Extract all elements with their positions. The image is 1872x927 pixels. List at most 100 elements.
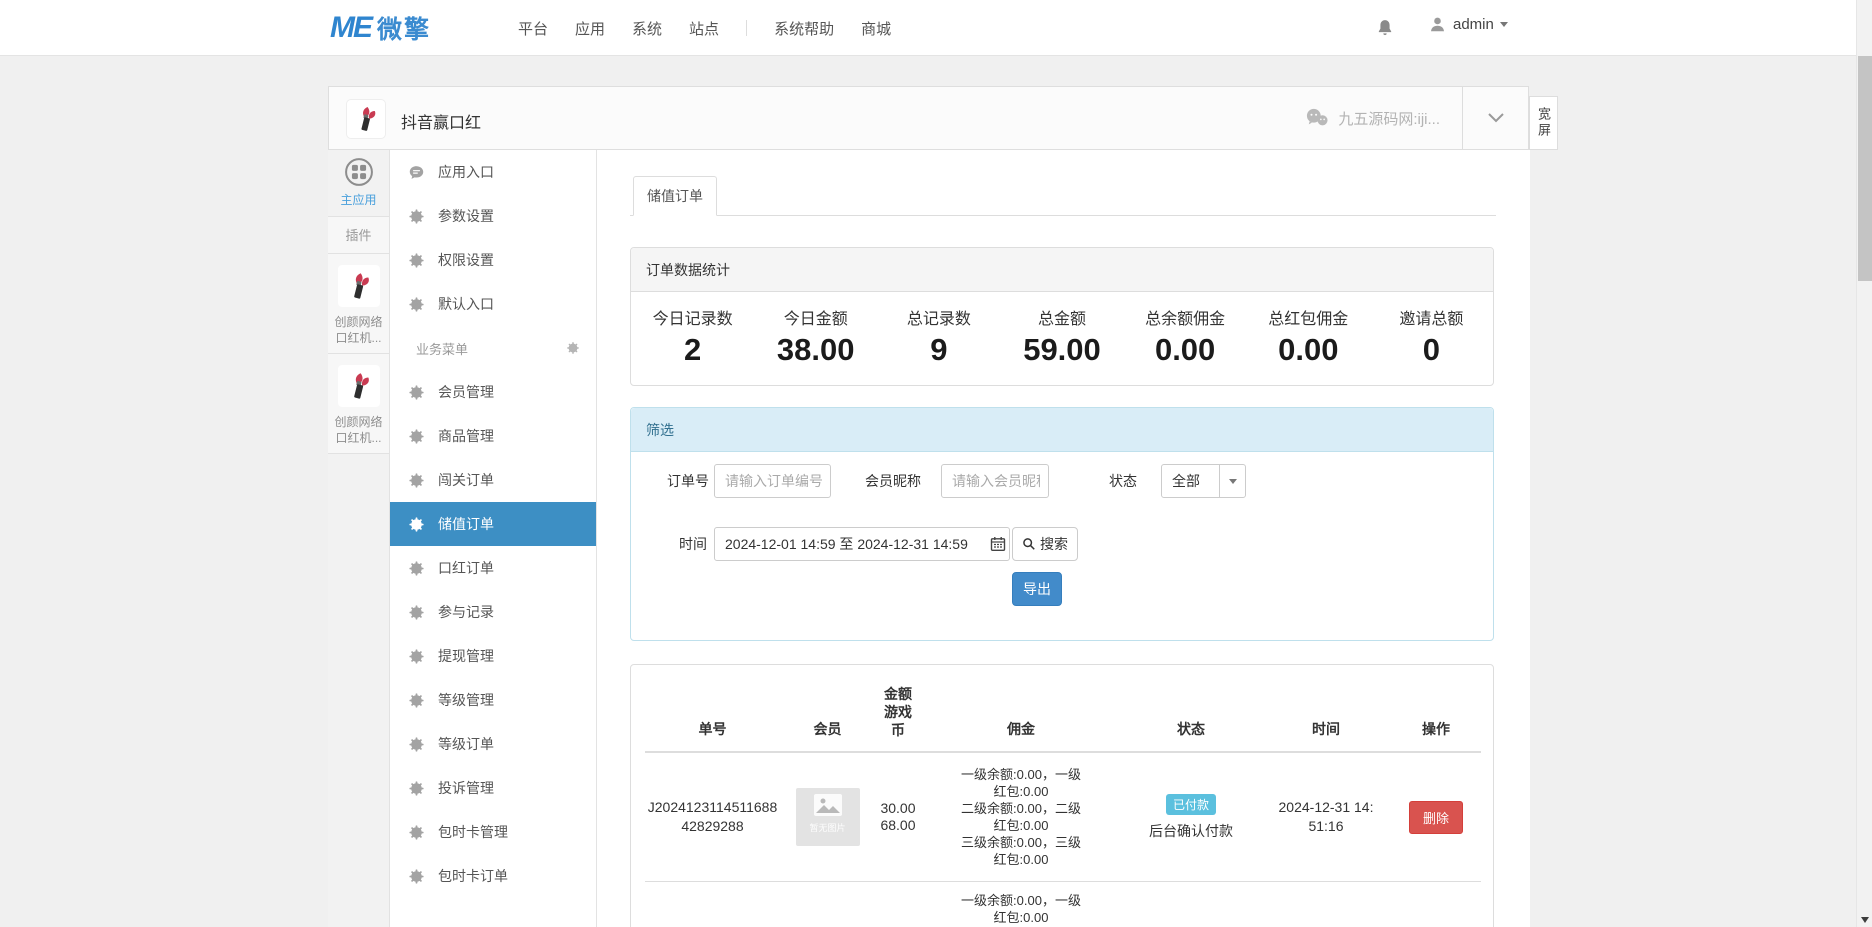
menu-item-default-entry[interactable]: 默认入口 <box>390 282 596 326</box>
export-button[interactable]: 导出 <box>1012 572 1062 606</box>
nav-store[interactable]: 商城 <box>861 18 891 39</box>
chevron-down-icon <box>1485 107 1507 129</box>
nav-site[interactable]: 站点 <box>689 18 719 39</box>
collapse-header-button[interactable] <box>1462 87 1528 149</box>
weiengine-logo[interactable]: ME 微擎 <box>330 10 431 46</box>
game-coin-value: 68.00 <box>880 817 916 834</box>
gear-icon <box>408 296 425 313</box>
search-icon <box>1022 537 1036 551</box>
menu-item-grade-mgmt[interactable]: 等级管理 <box>390 678 596 722</box>
status-note: 后台确认付款 <box>1121 821 1261 841</box>
menu-item-app-entry[interactable]: 应用入口 <box>390 150 596 194</box>
order-stats-panel: 订单数据统计 今日记录数 2 今日金额 38.00 总记录数 9 总金额 59.… <box>630 247 1494 386</box>
select-caret-button[interactable] <box>1219 465 1245 497</box>
scrollbar-thumb[interactable] <box>1858 56 1872 281</box>
stat-balance-commission: 总余额佣金 0.00 <box>1124 305 1247 368</box>
page: { "topbar": { "logo_mark": "ME", "logo_n… <box>0 0 1872 927</box>
rail-item-main-app[interactable]: 主应用 <box>328 150 389 216</box>
gear-icon <box>408 208 425 225</box>
nickname-label: 会员昵称 <box>865 464 921 498</box>
menu-item-lipstick-orders[interactable]: 口红订单 <box>390 546 596 590</box>
menu-item-grade-orders[interactable]: 等级订单 <box>390 722 596 766</box>
gear-icon <box>408 736 425 753</box>
no-image-icon <box>813 793 843 817</box>
nav-system[interactable]: 系统 <box>632 18 662 39</box>
time-range-field <box>714 527 1010 561</box>
orders-table-panel: 单号 会员 金额游戏币 佣金 状态 时间 操作 J202412311451168… <box>630 664 1494 927</box>
gear-icon <box>408 516 425 533</box>
sidebar-menu: 应用入口 参数设置 权限设置 默认入口 业务菜单 会员管理 商品管理 闯关订单 … <box>390 150 597 927</box>
user-menu[interactable]: admin <box>1428 15 1508 34</box>
delete-button[interactable]: 删除 <box>1409 801 1463 834</box>
menu-label: 闯关订单 <box>438 470 494 490</box>
nav-platform[interactable]: 平台 <box>518 18 548 39</box>
search-button-label: 搜索 <box>1040 534 1068 554</box>
menu-item-timecard-orders[interactable]: 包时卡订单 <box>390 854 596 898</box>
app-rail: 主应用 插件 创颜网络口红机... 创颜网络口红机... <box>328 150 390 927</box>
gear-icon <box>408 692 425 709</box>
main-app-label: 主应用 <box>328 191 389 208</box>
status-badge: 已付款 <box>1166 794 1216 815</box>
tab-stored-value-orders[interactable]: 储值订单 <box>633 176 717 216</box>
scrollbar-down-arrow[interactable] <box>1857 911 1872 927</box>
menu-item-timecard-mgmt[interactable]: 包时卡管理 <box>390 810 596 854</box>
username: admin <box>1453 16 1494 33</box>
search-button[interactable]: 搜索 <box>1012 527 1078 561</box>
order-no-input[interactable] <box>714 464 831 498</box>
gear-icon <box>408 384 425 401</box>
menu-label: 口红订单 <box>438 558 494 578</box>
orders-table: 单号 会员 金额游戏币 佣金 状态 时间 操作 J202412311451168… <box>645 679 1481 927</box>
member-image-placeholder: 暂无图片 <box>796 788 860 846</box>
menu-item-permission-settings[interactable]: 权限设置 <box>390 238 596 282</box>
caret-down-icon <box>1229 479 1237 488</box>
menu-item-participation-records[interactable]: 参与记录 <box>390 590 596 634</box>
calendar-icon[interactable] <box>990 536 1006 552</box>
menu-item-product-mgmt[interactable]: 商品管理 <box>390 414 596 458</box>
plugins-section-label: 插件 <box>328 216 389 254</box>
menu-item-withdrawal-mgmt[interactable]: 提现管理 <box>390 634 596 678</box>
menu-label: 应用入口 <box>438 162 494 182</box>
gear-icon <box>408 252 425 269</box>
menu-label: 权限设置 <box>438 250 494 270</box>
plugin-icon <box>338 265 380 307</box>
nav-help[interactable]: 系统帮助 <box>774 18 834 39</box>
gear-icon <box>408 472 425 489</box>
menu-label: 储值订单 <box>438 514 494 534</box>
menu-label: 等级管理 <box>438 690 494 710</box>
plugin-name: 创颜网络口红机... <box>328 414 389 446</box>
menu-item-level-orders[interactable]: 闯关订单 <box>390 458 596 502</box>
menu-item-member-mgmt[interactable]: 会员管理 <box>390 370 596 414</box>
menu-item-complaint-mgmt[interactable]: 投诉管理 <box>390 766 596 810</box>
plugin-icon <box>338 365 380 407</box>
stat-total-records: 总记录数 9 <box>877 305 1000 368</box>
caret-down-icon <box>1500 22 1508 31</box>
app-title: 抖音赢口红 <box>401 109 481 133</box>
stat-today-amount: 今日金额 38.00 <box>754 305 877 368</box>
status-label: 状态 <box>1109 464 1137 498</box>
section-gear-icon[interactable] <box>566 341 580 355</box>
nav-apps[interactable]: 应用 <box>575 18 605 39</box>
rail-item-plugin-1[interactable]: 创颜网络口红机... <box>328 254 389 354</box>
page-scrollbar[interactable] <box>1856 0 1872 927</box>
table-row: J202412311451168842829288 暂无图片 30.00 68.… <box>645 752 1481 882</box>
section-label: 业务菜单 <box>416 339 468 358</box>
menu-item-stored-value-orders[interactable]: 储值订单 <box>390 502 596 546</box>
gear-icon <box>408 780 425 797</box>
logo-name: 微擎 <box>377 10 431 46</box>
logo-mark: ME <box>330 11 371 45</box>
notification-bell-icon[interactable] <box>1375 17 1395 39</box>
col-time: 时间 <box>1261 679 1391 752</box>
app-header: 抖音赢口红 九五源码网:iji... <box>328 86 1529 150</box>
widescreen-toggle[interactable]: 宽屏 <box>1529 96 1558 150</box>
nickname-input[interactable] <box>941 464 1049 498</box>
cell-status: 已付款 后台确认付款 <box>1121 752 1261 882</box>
time-label: 时间 <box>679 527 707 561</box>
rail-item-plugin-2[interactable]: 创颜网络口红机... <box>328 354 389 454</box>
menu-item-param-settings[interactable]: 参数设置 <box>390 194 596 238</box>
status-select[interactable]: 全部 <box>1161 464 1246 498</box>
menu-label: 包时卡订单 <box>438 866 508 886</box>
menu-label: 参与记录 <box>438 602 494 622</box>
app-grid-icon <box>344 157 374 187</box>
time-range-input[interactable] <box>714 527 1010 561</box>
gear-icon <box>408 824 425 841</box>
